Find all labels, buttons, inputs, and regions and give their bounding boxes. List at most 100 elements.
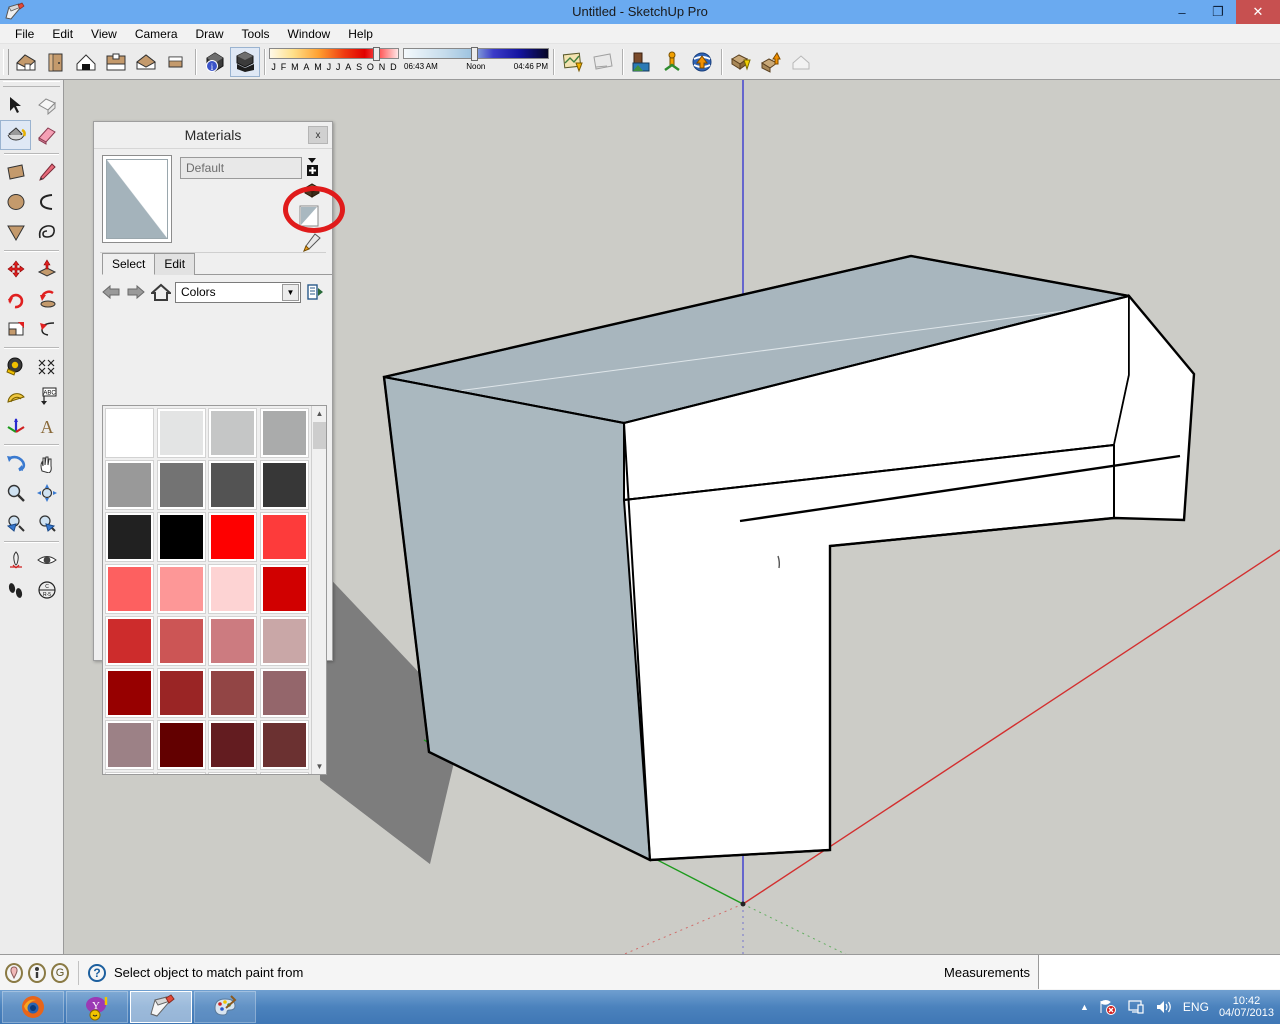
material-swatch[interactable] [259, 720, 309, 770]
circle-icon[interactable] [0, 187, 31, 217]
text-label-icon[interactable]: ABC [31, 381, 62, 411]
3d-text-icon[interactable]: A [31, 411, 62, 441]
material-swatch[interactable] [105, 616, 154, 666]
material-swatch[interactable] [105, 720, 154, 770]
tape-measure-icon[interactable] [0, 351, 31, 381]
material-swatch[interactable] [208, 408, 257, 458]
orbit-icon[interactable] [0, 448, 31, 478]
material-swatch[interactable] [208, 668, 257, 718]
next-view-icon[interactable] [31, 508, 62, 538]
taskbar-firefox-icon[interactable] [2, 991, 64, 1023]
default-material-swatch[interactable] [102, 155, 172, 243]
menu-window[interactable]: Window [279, 24, 340, 44]
material-swatch[interactable] [156, 616, 206, 666]
previous-view-icon[interactable] [0, 508, 31, 538]
add-location-icon[interactable] [558, 47, 588, 77]
taskbar-paint-icon[interactable] [194, 991, 256, 1023]
line-pencil-icon[interactable] [31, 157, 62, 187]
material-swatch-grid-container[interactable]: ▲ ▼ [102, 405, 327, 775]
menu-edit[interactable]: Edit [43, 24, 82, 44]
material-swatch[interactable] [105, 512, 154, 562]
material-swatch[interactable] [105, 408, 154, 458]
shadow-settings-icon[interactable] [230, 46, 260, 77]
material-swatch[interactable] [156, 564, 206, 614]
protractor-icon[interactable] [0, 381, 31, 411]
tray-language[interactable]: ENG [1183, 1000, 1209, 1014]
set-as-paint-icon[interactable] [300, 179, 324, 203]
photo-texture-icon[interactable] [627, 47, 657, 77]
build-model-icon[interactable] [786, 47, 816, 77]
pan-hand-icon[interactable] [31, 448, 62, 478]
zoom-icon[interactable] [0, 478, 31, 508]
walk-footsteps-icon[interactable] [0, 575, 31, 605]
position-camera-icon[interactable] [0, 545, 31, 575]
material-swatch[interactable] [259, 668, 309, 718]
entity-info-icon[interactable]: i [200, 47, 230, 77]
rotate-icon[interactable] [0, 284, 31, 314]
material-collection-select[interactable]: Colors ▼ [175, 281, 301, 303]
dimension-icon[interactable] [31, 351, 62, 381]
toggle-terrain-icon[interactable] [588, 47, 618, 77]
measurements-input[interactable] [1038, 955, 1280, 989]
menu-tools[interactable]: Tools [233, 24, 279, 44]
menu-camera[interactable]: Camera [126, 24, 187, 44]
taskbar-yahoo-messenger-icon[interactable]: Y [66, 991, 128, 1023]
material-swatch[interactable] [156, 460, 206, 510]
scroll-down-icon[interactable]: ▼ [312, 759, 326, 774]
menu-file[interactable]: File [6, 24, 43, 44]
chevron-down-icon[interactable]: ▼ [282, 283, 299, 301]
material-swatch[interactable] [156, 772, 206, 774]
save-document-icon[interactable] [71, 47, 101, 77]
display-icon[interactable] [1127, 999, 1145, 1015]
polygon-icon[interactable] [0, 217, 31, 247]
material-swatch[interactable] [259, 564, 309, 614]
material-grid-scrollbar[interactable]: ▲ ▼ [311, 406, 326, 774]
forward-arrow-icon[interactable] [125, 281, 147, 303]
sample-paint-swatch-icon[interactable] [296, 203, 322, 229]
move-icon[interactable] [0, 254, 31, 284]
scrollbar-thumb[interactable] [313, 422, 326, 449]
material-swatch[interactable] [208, 720, 257, 770]
select-arrow-icon[interactable] [0, 90, 31, 120]
materials-dialog[interactable]: Materials x Default Select Edit Colors ▼… [93, 121, 333, 775]
back-arrow-icon[interactable] [100, 281, 122, 303]
eraser-icon[interactable] [31, 120, 62, 150]
menu-view[interactable]: View [82, 24, 126, 44]
window-titlebar[interactable]: Untitled - SketchUp Pro – ❐ ✕ [0, 0, 1280, 24]
menu-draw[interactable]: Draw [187, 24, 233, 44]
toolbar-grip[interactable] [3, 48, 9, 75]
scroll-up-icon[interactable]: ▲ [312, 406, 326, 421]
push-pull-icon[interactable] [31, 254, 62, 284]
shadow-month-slider[interactable]: J F M A M J J A S O N D [269, 46, 399, 77]
section-plane-icon[interactable]: C R-5 [31, 575, 62, 605]
get-models-icon[interactable] [726, 47, 756, 77]
open-document-icon[interactable] [41, 47, 71, 77]
material-swatch[interactable] [208, 772, 257, 774]
arc-icon[interactable] [31, 187, 62, 217]
window-controls[interactable]: – ❐ ✕ [1164, 0, 1280, 24]
menu-help[interactable]: Help [339, 24, 382, 44]
tab-edit[interactable]: Edit [154, 253, 196, 275]
zoom-window-icon[interactable] [31, 478, 62, 508]
material-swatch[interactable] [156, 408, 206, 458]
material-swatch[interactable] [259, 408, 309, 458]
display-shadows-icon[interactable] [161, 47, 191, 77]
print-document-icon[interactable] [101, 47, 131, 77]
make-component-icon[interactable] [31, 90, 62, 120]
materials-close-button[interactable]: x [308, 126, 328, 144]
share-model-icon[interactable] [657, 47, 687, 77]
material-swatch[interactable] [208, 512, 257, 562]
material-swatch[interactable] [156, 720, 206, 770]
show-hidden-icons-icon[interactable]: ▲ [1080, 1002, 1089, 1012]
material-swatch[interactable] [156, 668, 206, 718]
material-swatch[interactable] [208, 616, 257, 666]
material-name-field[interactable]: Default [180, 157, 302, 179]
geo-location-icon[interactable] [5, 962, 23, 983]
materials-titlebar[interactable]: Materials x [94, 122, 332, 149]
scale-icon[interactable] [0, 314, 31, 344]
share-component-icon[interactable] [756, 47, 786, 77]
details-menu-icon[interactable] [304, 281, 326, 303]
preview-google-earth-icon[interactable] [687, 47, 717, 77]
minimize-button[interactable]: – [1164, 0, 1200, 24]
new-document-icon[interactable] [11, 47, 41, 77]
